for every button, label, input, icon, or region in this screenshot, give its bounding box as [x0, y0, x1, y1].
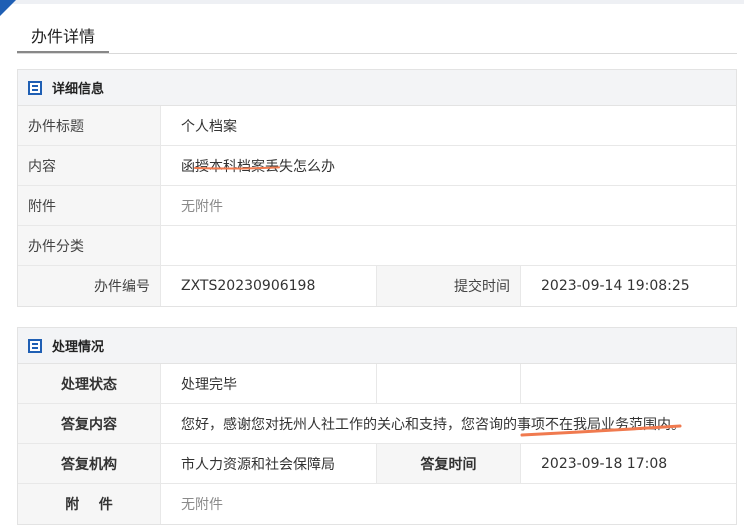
category-label: 办件分类	[18, 226, 161, 265]
submit-time-value: 2023-09-14 19:08:25	[541, 278, 690, 294]
reply-value-cell: 您好，感谢您对抚州人社工作的关心和支持，您咨询的事项不在我局业务范围内。	[161, 404, 736, 443]
content-value-cell: 函授本科档案丢失怎么办	[161, 146, 736, 185]
handling-row-status: 处理状态 处理完毕	[18, 364, 736, 404]
org-value: 市人力资源和社会保障局	[161, 444, 377, 483]
top-strip	[0, 0, 744, 4]
handling-attachment-label: 附 件	[18, 484, 161, 524]
status-empty-cell	[377, 364, 521, 403]
detail-row-category: 办件分类	[18, 226, 736, 266]
status-label: 处理状态	[18, 364, 161, 403]
number-label: 办件编号	[18, 266, 161, 306]
handling-row-reply: 答复内容 您好，感谢您对抚州人社工作的关心和支持，您咨询的事项不在我局业务范围内…	[18, 404, 736, 444]
handling-panel: 处理情况 处理状态 处理完毕 答复内容 您好，感谢您对抚州人社工作的关心和支持，…	[17, 327, 737, 525]
detail-panel-title: 详细信息	[52, 82, 105, 97]
detail-row-content: 内容 函授本科档案丢失怎么办	[18, 146, 736, 186]
handling-attachment-value: 无附件	[181, 497, 223, 513]
category-value	[161, 226, 736, 265]
title-value: 个人档案	[181, 118, 237, 135]
content-label: 内容	[18, 146, 161, 185]
status-empty-cell-2	[521, 364, 736, 403]
detail-row-title: 办件标题 个人档案	[18, 106, 736, 146]
reply-time-label: 答复时间	[377, 444, 521, 483]
status-value: 处理完毕	[161, 364, 377, 403]
handling-row-attachment: 附 件 无附件	[18, 484, 736, 524]
handling-panel-title: 处理情况	[52, 340, 105, 355]
list-icon	[28, 338, 42, 353]
page-title-bar: 办件详情	[17, 22, 737, 54]
page-title: 办件详情	[17, 22, 110, 53]
handling-row-org-time: 答复机构 市人力资源和社会保障局 答复时间 2023-09-18 17:08	[18, 444, 736, 484]
reply-label: 答复内容	[18, 404, 161, 443]
detail-panel-header: 详细信息	[18, 70, 736, 106]
attachment-label: 附件	[18, 186, 161, 225]
number-value: ZXTS20230906198	[161, 266, 377, 306]
corner-triangle-icon	[0, 0, 16, 16]
detail-row-number-time: 办件编号 ZXTS20230906198 提交时间 2023-09-14 19:…	[18, 266, 736, 306]
detail-panel: 详细信息 办件标题 个人档案 内容 函授本科档案丢失怎么办 附件 无附件 办件分…	[17, 69, 737, 307]
reply-time-value: 2023-09-18 17:08	[541, 455, 668, 472]
detail-row-attachment: 附件 无附件	[18, 186, 736, 226]
org-label: 答复机构	[18, 444, 161, 483]
submit-time-label: 提交时间	[377, 266, 521, 306]
list-icon	[28, 80, 42, 95]
annotation-underline-content	[194, 166, 280, 170]
attachment-value: 无附件	[181, 198, 223, 215]
annotation-underline-reply	[520, 424, 682, 437]
title-label: 办件标题	[18, 106, 161, 145]
handling-panel-header: 处理情况	[18, 328, 736, 364]
